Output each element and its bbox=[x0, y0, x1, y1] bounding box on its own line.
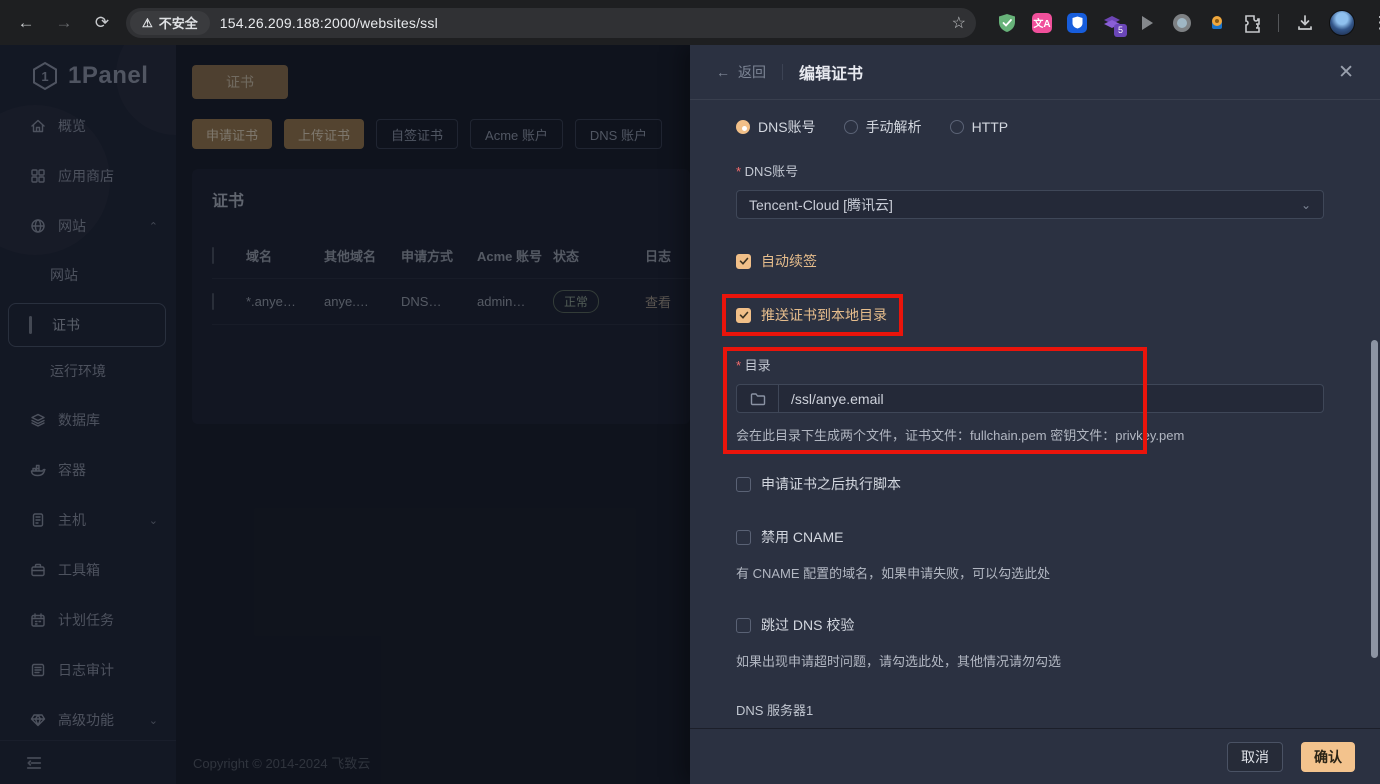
play-icon[interactable] bbox=[1136, 12, 1158, 34]
directory-label: 目录 bbox=[736, 355, 1324, 374]
modal-overlay[interactable] bbox=[0, 45, 690, 784]
download-icon[interactable] bbox=[1294, 12, 1316, 34]
proxy-stack-icon[interactable]: 5 bbox=[1101, 12, 1123, 34]
skip-dns-help-text: 如果出现申请超时问题，请勾选此处，其他情况请勿勾选 bbox=[736, 651, 1324, 670]
exec-script-checkbox-row[interactable]: 申请证书之后执行脚本 bbox=[736, 474, 901, 494]
radio-http[interactable]: HTTP bbox=[950, 119, 1009, 135]
refresh-icon[interactable]: ⟳ bbox=[90, 11, 114, 35]
browser-toolbar: ← → ⟳ ⚠ 不安全 154.26.209.188:2000/websites… bbox=[0, 0, 1380, 45]
profile-avatar[interactable] bbox=[1329, 10, 1355, 36]
radio-manual-resolve[interactable]: 手动解析 bbox=[844, 117, 922, 137]
confirm-button[interactable]: 确认 bbox=[1301, 742, 1355, 772]
directory-input-group bbox=[736, 384, 1324, 413]
radio-selected-icon bbox=[736, 120, 750, 134]
url-bar[interactable]: ⚠ 不安全 154.26.209.188:2000/websites/ssl ☆ bbox=[126, 8, 976, 38]
disable-cname-checkbox-row[interactable]: 禁用 CNAME bbox=[736, 527, 843, 547]
recorder-circle-icon[interactable] bbox=[1171, 12, 1193, 34]
directory-input[interactable] bbox=[779, 385, 1323, 412]
checkbox-checked-icon[interactable] bbox=[736, 254, 751, 269]
drawer-footer: 取消 确认 bbox=[690, 728, 1380, 784]
back-icon[interactable]: ← bbox=[14, 11, 38, 35]
push-dir-checkbox-row[interactable]: 推送证书到本地目录 bbox=[736, 305, 887, 325]
close-icon[interactable]: ✕ bbox=[1338, 61, 1354, 84]
cancel-button[interactable]: 取消 bbox=[1227, 742, 1283, 772]
security-chip[interactable]: ⚠ 不安全 bbox=[130, 11, 210, 35]
proxy-count-badge: 5 bbox=[1114, 24, 1127, 37]
radio-icon bbox=[950, 120, 964, 134]
edit-certificate-drawer: ← 返回 编辑证书 ✕ DNS账号 手动解析 HTTP bbox=[690, 45, 1380, 784]
translate-icon[interactable]: 文A bbox=[1031, 12, 1053, 34]
radio-dns-account[interactable]: DNS账号 bbox=[736, 117, 816, 137]
url-text[interactable]: 154.26.209.188:2000/websites/ssl bbox=[220, 15, 952, 31]
checkbox-icon[interactable] bbox=[736, 477, 751, 492]
verify-mode-radio-group: DNS账号 手动解析 HTTP bbox=[736, 117, 1324, 137]
bitwarden-shield-icon[interactable] bbox=[1066, 12, 1088, 34]
checkbox-checked-icon[interactable] bbox=[736, 308, 751, 323]
header-divider bbox=[782, 64, 783, 80]
radio-icon bbox=[844, 120, 858, 134]
back-button[interactable]: ← 返回 bbox=[716, 62, 766, 82]
chevron-down-icon: ⌄ bbox=[1301, 198, 1311, 212]
warning-icon: ⚠ bbox=[142, 16, 153, 30]
dns-account-select[interactable]: Tencent-Cloud [腾讯云] ⌄ bbox=[736, 190, 1324, 219]
forward-icon[interactable]: → bbox=[52, 11, 76, 35]
kebab-menu-icon[interactable]: ⋮ bbox=[1368, 11, 1380, 35]
skip-dns-checkbox-row[interactable]: 跳过 DNS 校验 bbox=[736, 615, 854, 635]
dns-server-label: DNS 服务器1 bbox=[736, 700, 1324, 719]
disable-cname-help-text: 有 CNAME 配置的域名，如果申请失败，可以勾选此处 bbox=[736, 563, 1324, 582]
adguard-shield-icon[interactable] bbox=[996, 12, 1018, 34]
directory-help-text: 会在此目录下生成两个文件，证书文件：fullchain.pem 密钥文件：pri… bbox=[736, 425, 1324, 444]
drawer-scrollbar-thumb[interactable] bbox=[1371, 340, 1378, 658]
checkbox-icon[interactable] bbox=[736, 530, 751, 545]
bookmark-star-icon[interactable]: ☆ bbox=[952, 13, 966, 33]
puzzle-extensions-icon[interactable] bbox=[1241, 12, 1263, 34]
toolbar-divider bbox=[1278, 14, 1279, 32]
checkbox-icon[interactable] bbox=[736, 618, 751, 633]
lock-dot-icon[interactable] bbox=[1206, 12, 1228, 34]
dns-account-label: DNS账号 bbox=[736, 161, 1324, 180]
drawer-title: 编辑证书 bbox=[799, 60, 863, 84]
folder-icon[interactable] bbox=[737, 385, 779, 412]
security-label: 不安全 bbox=[159, 13, 198, 32]
back-arrow-icon: ← bbox=[716, 64, 730, 80]
auto-renew-checkbox-row[interactable]: 自动续签 bbox=[736, 251, 817, 271]
